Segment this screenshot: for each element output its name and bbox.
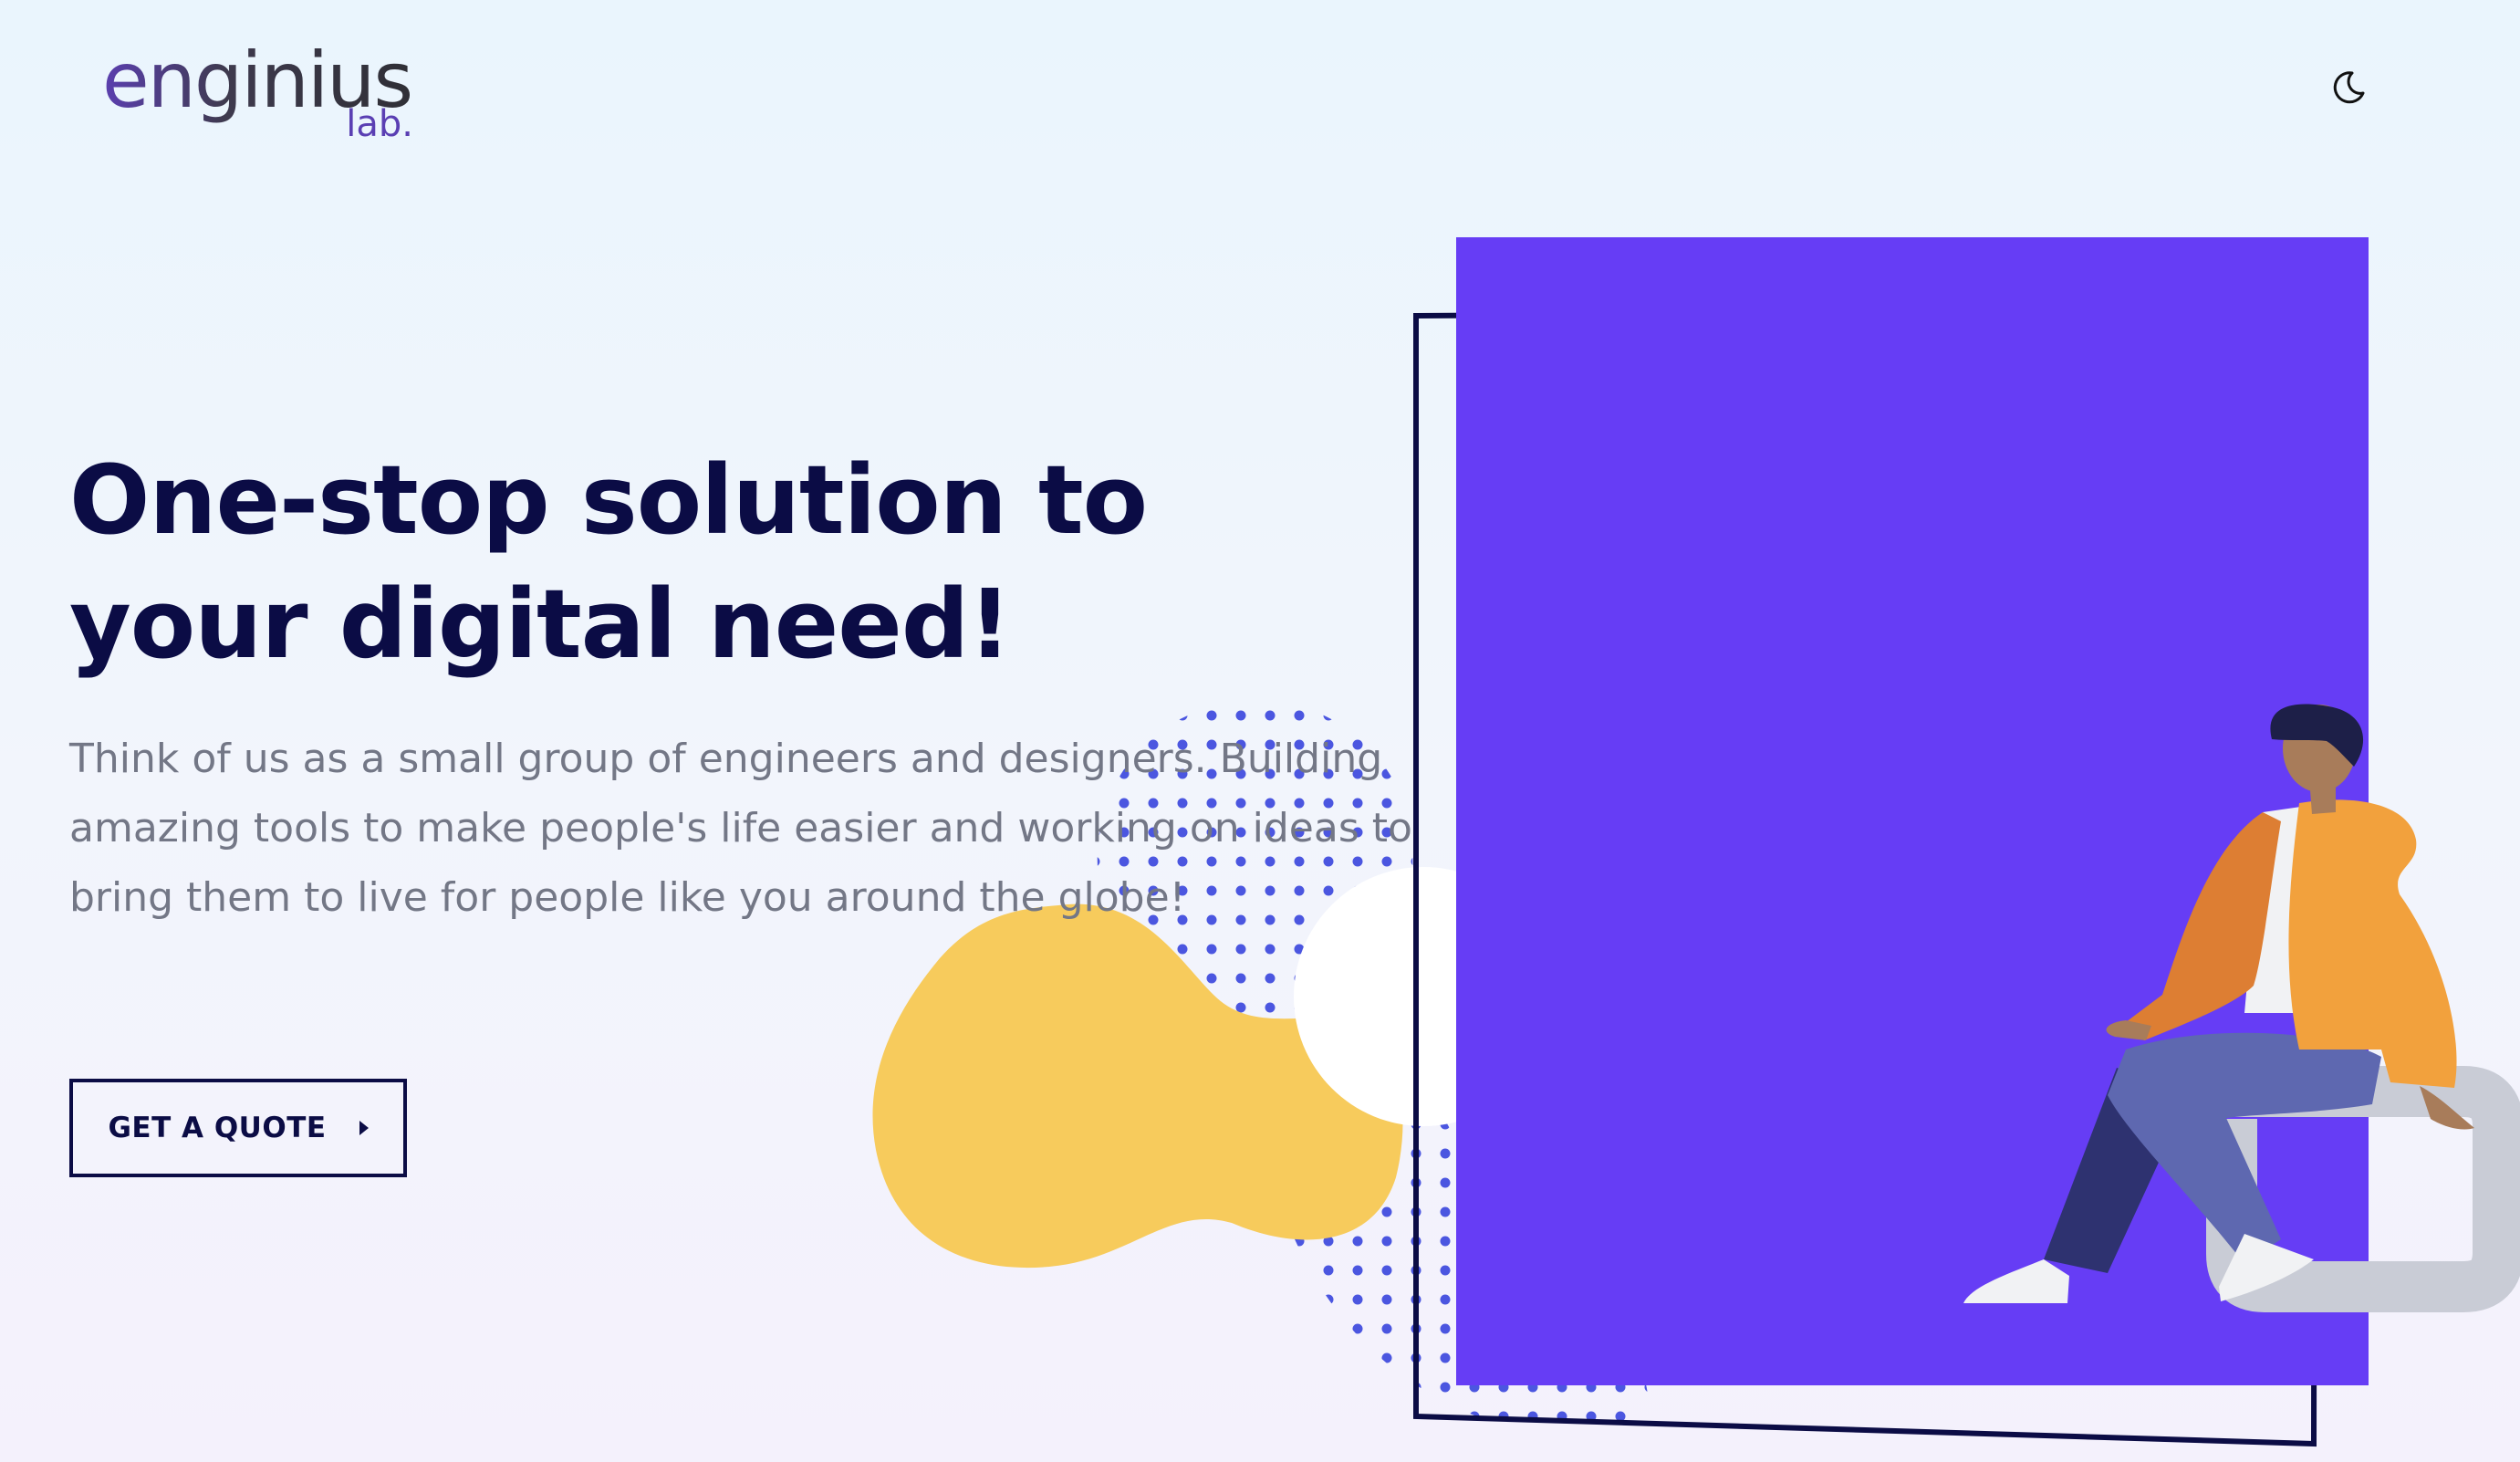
hero-description: Think of us as a small group of engineer… — [69, 736, 1412, 921]
